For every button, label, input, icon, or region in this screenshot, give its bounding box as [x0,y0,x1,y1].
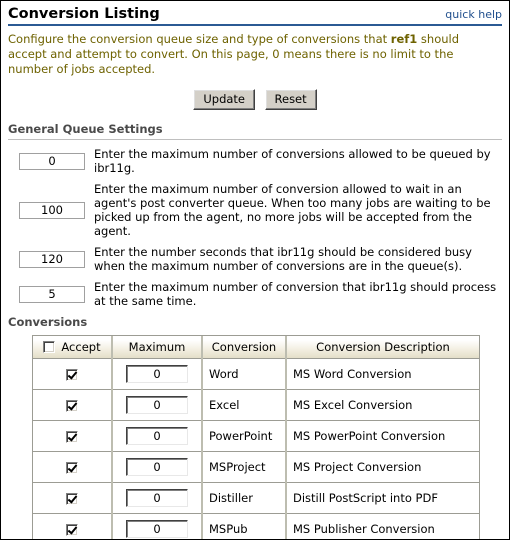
column-header-description: Conversion Description [286,336,479,359]
accept-checkbox[interactable] [66,492,78,505]
reset-button[interactable]: Reset [264,89,317,110]
general-queue-settings-list: Enter the maximum number of conversions … [8,147,502,308]
concurrent-input[interactable] [19,285,85,303]
quick-help-link[interactable]: quick help [445,8,502,22]
row-description-cell: MS Excel Conversion [286,389,479,421]
row-conversion-cell: Excel [202,389,287,421]
row-maximum-cell [112,513,203,539]
row-conversion-cell: Distiller [202,482,287,514]
max-agent-wait-label: Enter the maximum number of conversion a… [94,182,491,238]
row-maximum-cell [112,358,203,390]
max-queued-label: Enter the maximum number of conversions … [94,147,491,175]
row-accept-cell [33,420,113,452]
max-agent-wait-input[interactable] [19,201,85,219]
table-row: Distiller Distill PostScript into PDF [33,482,479,514]
max-queued-input[interactable] [19,152,85,170]
column-header-accept: Accept [33,336,113,359]
maximum-input[interactable] [126,396,188,414]
column-header-conversion: Conversion [202,336,287,359]
table-row: Word MS Word Conversion [33,358,479,390]
row-conversion-cell: PowerPoint [202,420,287,452]
row-conversion-cell: MSPub [202,513,287,539]
maximum-input[interactable] [126,427,188,445]
table-row: Excel MS Excel Conversion [33,389,479,421]
conversions-table-body: Word MS Word Conversion Excel MS Excel C… [33,358,479,539]
general-queue-divider [8,139,502,140]
conversions-heading: Conversions [8,315,88,329]
setting-row-concurrent: Enter the maximum number of conversion t… [8,280,502,308]
row-description-cell: MS PowerPoint Conversion [286,420,479,452]
setting-row-busy-seconds: Enter the number seconds that ibr11g sho… [8,245,502,273]
row-accept-cell [33,451,113,483]
maximum-input[interactable] [126,489,188,507]
column-header-accept-label: Accept [61,340,101,354]
row-conversion-cell: MSProject [202,451,287,483]
busy-seconds-input[interactable] [19,250,85,268]
accept-checkbox[interactable] [66,368,78,381]
accept-checkbox[interactable] [66,399,78,412]
accept-checkbox[interactable] [66,523,78,536]
table-row: MSProject MS Project Conversion [33,451,479,483]
action-button-row: Update Reset [8,89,502,110]
concurrent-label: Enter the maximum number of conversion t… [94,280,497,308]
general-queue-section: General Queue Settings [8,122,502,140]
table-row: PowerPoint MS PowerPoint Conversion [33,420,479,452]
table-row: MSPub MS Publisher Conversion [33,513,479,539]
setting-row-max-agent-wait: Enter the maximum number of conversion a… [8,182,502,238]
intro-text-before: Configure the conversion queue size and … [8,32,391,46]
intro-paragraph: Configure the conversion queue size and … [8,32,502,77]
row-conversion-cell: Word [202,358,287,390]
general-queue-heading: General Queue Settings [8,122,163,136]
row-description-cell: MS Word Conversion [286,358,479,390]
row-maximum-cell [112,482,203,514]
table-header-row: Accept Maximum Conversion Conversion Des… [33,336,479,359]
row-accept-cell [33,482,113,514]
page-frame: Conversion Listing quick help Configure … [0,0,510,540]
setting-row-max-queued: Enter the maximum number of conversions … [8,147,502,175]
select-all-checkbox[interactable] [43,341,56,353]
row-maximum-cell [112,420,203,452]
row-description-cell: Distill PostScript into PDF [286,482,479,514]
title-divider [8,24,502,26]
page-title: Conversion Listing [8,6,160,22]
row-description-cell: MS Project Conversion [286,451,479,483]
row-maximum-cell [112,389,203,421]
maximum-input[interactable] [126,365,188,383]
conversions-section: Conversions [8,315,502,329]
row-description-cell: MS Publisher Conversion [286,513,479,539]
update-button[interactable]: Update [193,89,256,110]
busy-seconds-label: Enter the number seconds that ibr11g sho… [94,245,472,273]
accept-checkbox[interactable] [66,430,78,443]
conversions-table-head: Accept Maximum Conversion Conversion Des… [33,336,479,359]
accept-checkbox[interactable] [66,461,78,474]
row-accept-cell [33,513,113,539]
maximum-input[interactable] [126,520,188,538]
conversions-table: Accept Maximum Conversion Conversion Des… [33,336,479,539]
conversions-table-wrapper: Accept Maximum Conversion Conversion Des… [32,335,480,539]
row-accept-cell [33,389,113,421]
column-header-maximum: Maximum [112,336,203,359]
row-maximum-cell [112,451,203,483]
maximum-input[interactable] [126,458,188,476]
row-accept-cell [33,358,113,390]
intro-highlight: ref1 [390,32,418,46]
page-header: Conversion Listing quick help [8,1,502,22]
